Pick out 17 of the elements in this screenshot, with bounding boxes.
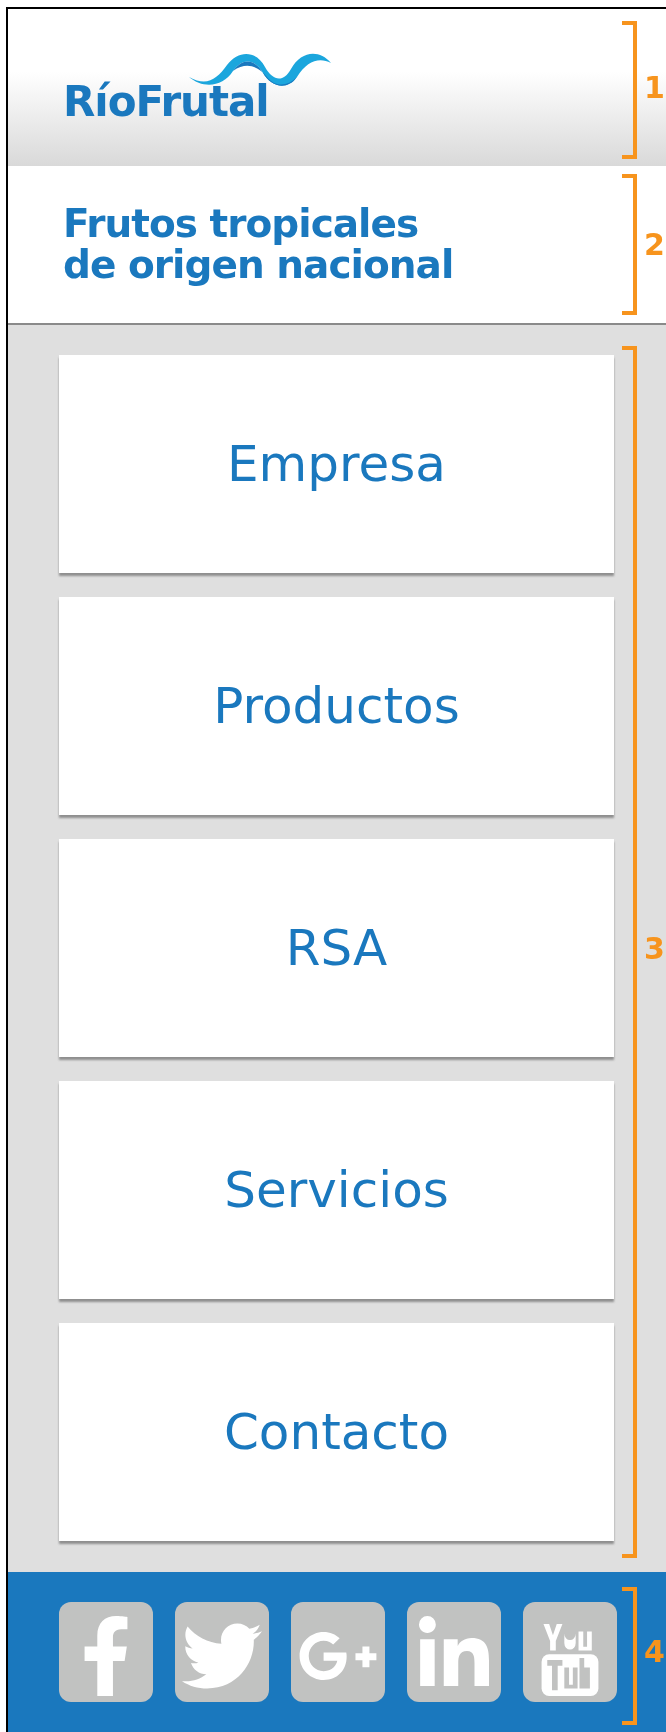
tagline: Frutos tropicales de origen nacional	[63, 203, 454, 286]
social-link[interactable]	[523, 1602, 617, 1702]
annotation-number: 2	[644, 229, 666, 260]
social-link[interactable]	[175, 1602, 269, 1702]
annotation-number: 4	[644, 1637, 666, 1667]
menu-item[interactable]: Servicios	[59, 1081, 614, 1299]
menu-item[interactable]: Empresa	[59, 355, 614, 573]
menu-item[interactable]: Productos	[59, 597, 614, 815]
social-link[interactable]	[407, 1602, 501, 1702]
social-link[interactable]	[291, 1602, 385, 1702]
annotation-number: 1	[644, 72, 666, 103]
social-link[interactable]	[59, 1602, 153, 1702]
menu-item[interactable]: RSA	[59, 839, 614, 1057]
you-tube-logo-icon	[541, 1624, 599, 1696]
menu-item[interactable]: Contacto	[59, 1323, 614, 1541]
annotation-number: 3	[644, 933, 666, 964]
logo-text: RíoFrutal	[63, 80, 269, 123]
